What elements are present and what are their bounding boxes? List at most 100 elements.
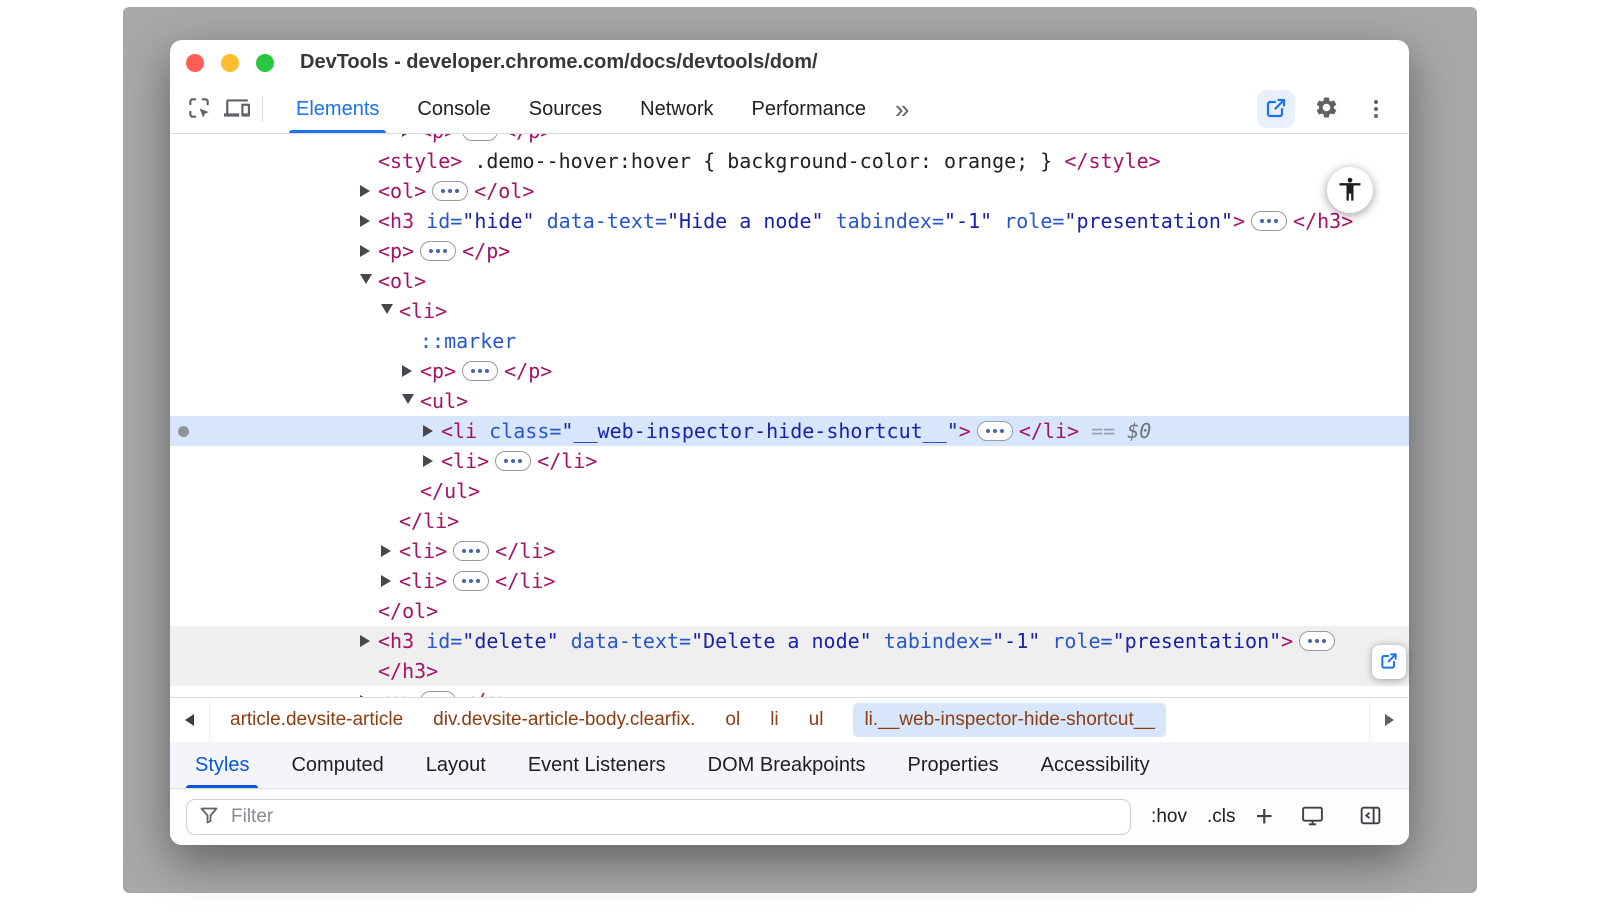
undock-devtools-button[interactable] xyxy=(1257,90,1295,128)
inline-expand-ellipsis-button[interactable] xyxy=(453,571,489,591)
dom-token-tag: </li> xyxy=(495,539,555,563)
tab-sources[interactable]: Sources xyxy=(510,85,621,133)
sidebar-tab-layout[interactable]: Layout xyxy=(405,742,507,788)
expand-arrow-icon[interactable] xyxy=(402,356,420,386)
sidebar-tab-styles[interactable]: Styles xyxy=(174,742,270,788)
dom-tree-row[interactable]: <style> .demo--hover:hover { background-… xyxy=(170,146,1409,176)
dom-token-atn: role= xyxy=(1004,209,1064,233)
expand-arrow-icon[interactable] xyxy=(423,446,441,476)
dom-tree-row[interactable]: </ul> xyxy=(170,476,1409,506)
breadcrumb-item[interactable]: div.devsite-article-body.clearfix. xyxy=(433,709,695,731)
settings-button[interactable] xyxy=(1307,90,1345,128)
dom-token-tag: </p> xyxy=(462,239,510,263)
dom-tree-row[interactable]: <p></p> xyxy=(170,356,1409,386)
more-panels-button[interactable]: » xyxy=(889,96,915,122)
element-classes-button[interactable]: .cls xyxy=(1207,806,1236,828)
tab-elements[interactable]: Elements xyxy=(277,85,398,133)
inspect-element-button[interactable] xyxy=(180,90,218,128)
expand-arrow-icon[interactable] xyxy=(360,626,378,656)
dom-tree-row[interactable]: <p> </p> xyxy=(170,236,1409,266)
sidebar-tab-accessibility[interactable]: Accessibility xyxy=(1020,742,1171,788)
dom-tree-row[interactable]: <li> xyxy=(170,296,1409,326)
dom-tree-row[interactable]: <p></p> xyxy=(170,134,1409,146)
devtools-window: DevTools - developer.chrome.com/docs/dev… xyxy=(170,40,1409,845)
dom-token-tag: <li> xyxy=(399,569,447,593)
sidebar-tab-properties[interactable]: Properties xyxy=(887,742,1020,788)
dom-tree-row[interactable]: </li> xyxy=(170,506,1409,536)
dom-tree: <p> </p> <style> .demo--hover:hover { back… xyxy=(170,134,1409,697)
inline-expand-ellipsis-button[interactable] xyxy=(432,181,468,201)
dom-tree-row[interactable]: <p></p> xyxy=(170,686,1409,697)
dom-tree-row[interactable]: </h3> xyxy=(170,656,1409,686)
sidebar-tab-event-listeners[interactable]: Event Listeners xyxy=(507,742,687,788)
tab-performance[interactable]: Performance xyxy=(733,85,886,133)
inline-expand-ellipsis-button[interactable] xyxy=(420,691,456,697)
dom-token-tag: <p> xyxy=(378,239,414,263)
inline-expand-ellipsis-button[interactable] xyxy=(420,241,456,261)
breadcrumb-scroll-right-button[interactable] xyxy=(1369,698,1409,742)
expand-arrow-icon[interactable] xyxy=(360,686,378,697)
inline-expand-ellipsis-button[interactable] xyxy=(453,541,489,561)
expand-arrow-icon[interactable] xyxy=(423,416,441,446)
dom-tree-row[interactable]: ::marker xyxy=(170,326,1409,356)
breadcrumb-item[interactable]: ul xyxy=(809,709,824,731)
inline-expand-ellipsis-button[interactable] xyxy=(1299,631,1335,651)
device-toolbar-icon xyxy=(224,95,250,124)
breadcrumb-item[interactable]: li.__web-inspector-hide-shortcut__ xyxy=(853,703,1165,737)
breadcrumb-scroll-left-button[interactable] xyxy=(170,698,210,742)
expand-arrow-icon[interactable] xyxy=(360,206,378,236)
tab-network[interactable]: Network xyxy=(621,85,732,133)
sidebar-tab-computed[interactable]: Computed xyxy=(270,742,404,788)
collapse-arrow-icon[interactable] xyxy=(381,296,399,326)
inline-expand-ellipsis-button[interactable] xyxy=(462,361,498,381)
sidebar-tab-dom-breakpoints[interactable]: DOM Breakpoints xyxy=(687,742,887,788)
dom-token-psd: ::marker xyxy=(420,329,516,353)
device-toolbar-button[interactable] xyxy=(218,90,256,128)
breadcrumb-item[interactable]: article.devsite-article xyxy=(230,709,403,731)
minimize-window-button[interactable] xyxy=(221,54,239,72)
inline-expand-ellipsis-button[interactable] xyxy=(1251,211,1287,231)
collapse-arrow-icon[interactable] xyxy=(402,386,420,416)
chevron-right-icon xyxy=(1385,714,1394,726)
expand-arrow-icon[interactable] xyxy=(402,134,420,146)
dom-tree-row[interactable]: <li class="__web-inspector-hide-shortcut… xyxy=(170,416,1409,446)
dom-tree-row[interactable]: </ol> xyxy=(170,596,1409,626)
zoom-window-button[interactable] xyxy=(256,54,274,72)
dom-tree-row[interactable]: <li> </li> xyxy=(170,536,1409,566)
dom-tree-row[interactable]: <ol> xyxy=(170,266,1409,296)
rendering-emulation-button[interactable] xyxy=(1293,798,1331,836)
dom-token-tag: </ul> xyxy=(420,479,480,503)
gear-icon xyxy=(1314,95,1339,123)
dom-tree-row[interactable]: <ul> xyxy=(170,386,1409,416)
dom-token-tag: </p> xyxy=(504,359,552,383)
dom-token-txt xyxy=(535,209,547,233)
breadcrumb-item[interactable]: ol xyxy=(725,709,740,731)
accessibility-overlay-button[interactable] xyxy=(1327,167,1373,213)
expand-arrow-icon[interactable] xyxy=(360,176,378,206)
dom-token-tag: <li> xyxy=(399,539,447,563)
expand-arrow-icon[interactable] xyxy=(381,536,399,566)
inline-expand-ellipsis-button[interactable] xyxy=(977,421,1013,441)
inline-expand-ellipsis-button[interactable] xyxy=(462,134,498,141)
devtools-menu-button[interactable] xyxy=(1357,90,1395,128)
toggle-element-state-button[interactable]: :hov xyxy=(1151,806,1187,828)
breadcrumb-item[interactable]: li xyxy=(770,709,778,731)
inline-expand-ellipsis-button[interactable] xyxy=(495,451,531,471)
toggle-sidebar-button[interactable] xyxy=(1351,798,1389,836)
collapse-arrow-icon[interactable] xyxy=(360,266,378,296)
dom-tree-row[interactable]: <h3 id="delete" data-text="Delete a node… xyxy=(170,626,1409,656)
expand-arrow-icon[interactable] xyxy=(360,236,378,266)
close-window-button[interactable] xyxy=(186,54,204,72)
new-style-rule-button[interactable]: + xyxy=(1255,802,1273,832)
dom-tree-row[interactable]: <h3 id="hide" data-text="Hide a node" ta… xyxy=(170,206,1409,236)
dom-token-txt xyxy=(824,209,836,233)
dom-tree-row[interactable]: <li></li> xyxy=(170,566,1409,596)
styles-filter-input[interactable] xyxy=(229,805,1118,829)
dom-tree-row[interactable]: <ol></ol> xyxy=(170,176,1409,206)
sidebar-tab-bar: StylesComputedLayoutEvent ListenersDOM B… xyxy=(170,742,1409,789)
tab-console[interactable]: Console xyxy=(398,85,509,133)
floating-undock-button[interactable] xyxy=(1372,645,1406,679)
expand-arrow-icon[interactable] xyxy=(381,566,399,596)
dom-tree-row[interactable]: <li></li> xyxy=(170,446,1409,476)
dom-token-atn: tabindex= xyxy=(836,209,944,233)
